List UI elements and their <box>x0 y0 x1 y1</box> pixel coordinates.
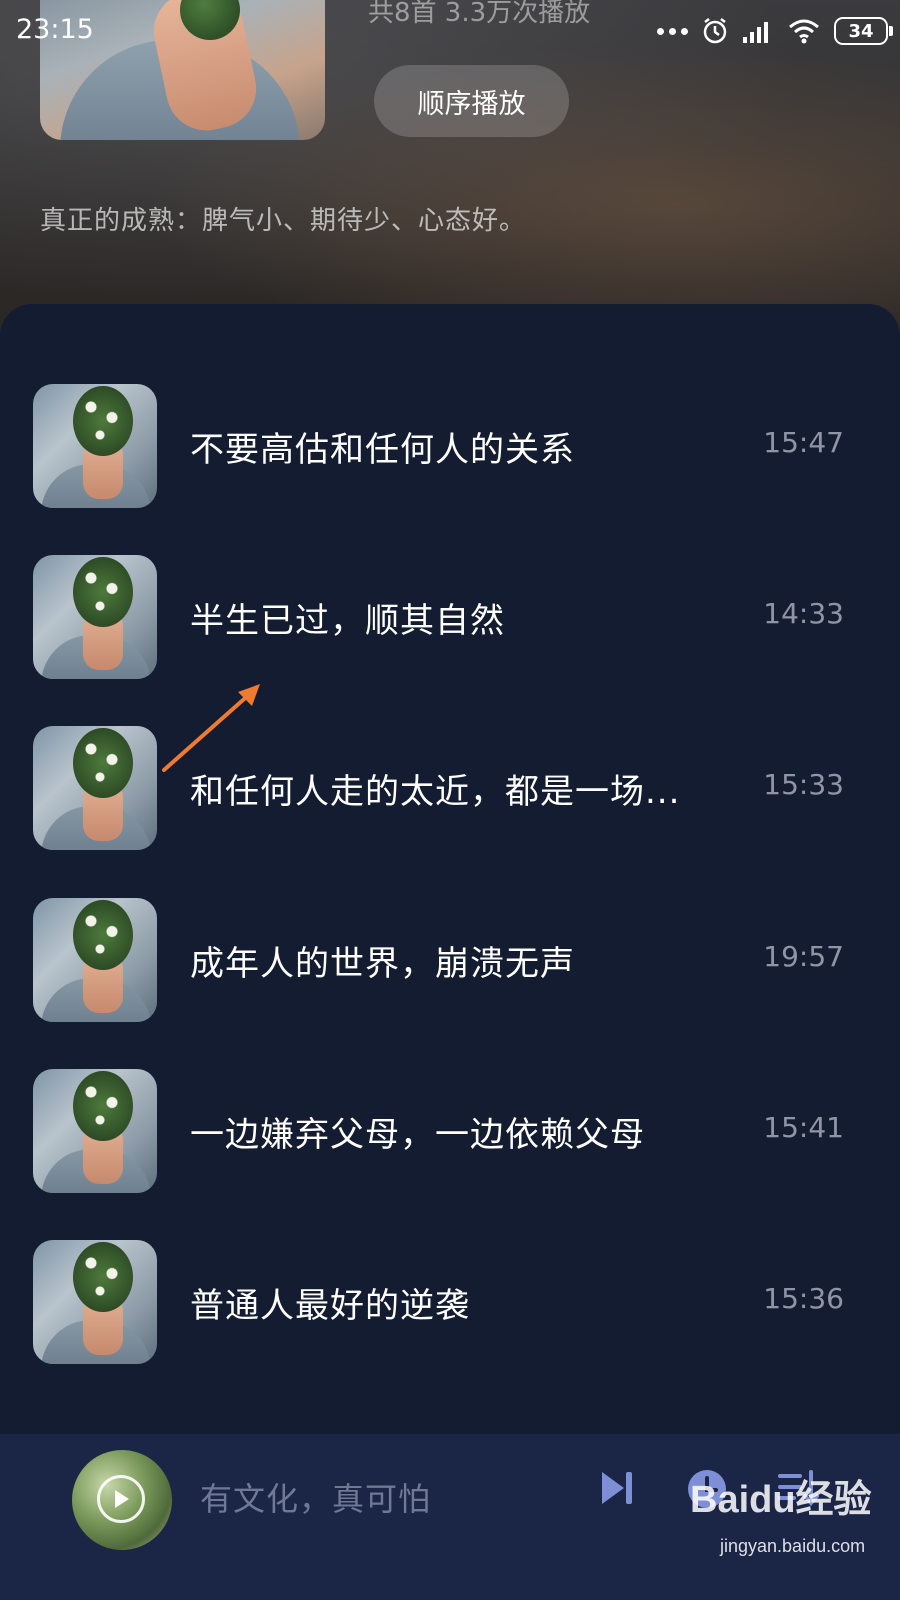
next-icon[interactable] <box>598 1468 638 1508</box>
track-title: 和任何人走的太近，都是一场... <box>190 772 681 812</box>
play-icon[interactable] <box>97 1475 145 1523</box>
annotation-arrow-icon <box>162 684 260 772</box>
track-thumbnail <box>33 384 157 508</box>
track-duration: 15:41 <box>763 1111 844 1144</box>
track-thumbnail <box>33 1240 157 1364</box>
list-item[interactable]: 普通人最好的逆袭 15:36 <box>0 1240 900 1364</box>
signal-icon <box>743 22 768 43</box>
now-playing-cover[interactable] <box>72 1450 172 1550</box>
battery-icon: 34 <box>834 17 893 45</box>
track-duration: 14:33 <box>763 597 844 630</box>
screen: 共8首 3.3万次播放 顺序播放 真正的成熟：脾气小、期待少、心态好。 23:1… <box>0 0 900 1600</box>
playlist-panel: 不要高估和任何人的关系 15:47 半生已过，顺其自然 14:33 和任何人走的… <box>0 304 900 1434</box>
play-mode-button[interactable]: 顺序播放 <box>374 65 569 137</box>
list-item[interactable]: 不要高估和任何人的关系 15:47 <box>0 384 900 508</box>
baidu-watermark: Baidu经验 jingyan.baidu.com <box>680 1468 880 1578</box>
track-title: 普通人最好的逆袭 <box>190 1286 470 1326</box>
track-duration: 15:33 <box>763 768 844 801</box>
list-item[interactable]: 成年人的世界，崩溃无声 19:57 <box>0 898 900 1022</box>
alarm-icon <box>703 18 727 44</box>
track-duration: 19:57 <box>763 940 844 973</box>
list-item[interactable]: 一边嫌弃父母，一边依赖父母 15:41 <box>0 1069 900 1193</box>
watermark-url: jingyan.baidu.com <box>720 1536 866 1556</box>
list-item[interactable]: 和任何人走的太近，都是一场... 15:33 <box>0 726 900 850</box>
track-title: 半生已过，顺其自然 <box>190 601 505 641</box>
status-bar: 23:15 34 <box>0 0 900 62</box>
track-thumbnail <box>33 555 157 679</box>
wifi-icon <box>789 19 819 44</box>
track-duration: 15:36 <box>763 1282 844 1315</box>
album-description: 真正的成熟：脾气小、期待少、心态好。 <box>40 206 527 236</box>
track-thumbnail <box>33 1069 157 1193</box>
watermark-logo: Baidu经验 <box>690 1479 872 1521</box>
track-title: 成年人的世界，崩溃无声 <box>190 944 575 984</box>
track-thumbnail <box>33 898 157 1022</box>
more-dots-icon <box>657 27 688 35</box>
now-playing-title[interactable]: 有文化，真可怕 <box>200 1474 431 1520</box>
track-thumbnail <box>33 726 157 850</box>
status-icons: 34 <box>657 14 893 48</box>
track-title: 一边嫌弃父母，一边依赖父母 <box>190 1115 645 1155</box>
track-title: 不要高估和任何人的关系 <box>190 430 575 470</box>
list-item[interactable]: 半生已过，顺其自然 14:33 <box>0 555 900 679</box>
status-time: 23:15 <box>16 14 94 45</box>
track-duration: 15:47 <box>763 426 844 459</box>
